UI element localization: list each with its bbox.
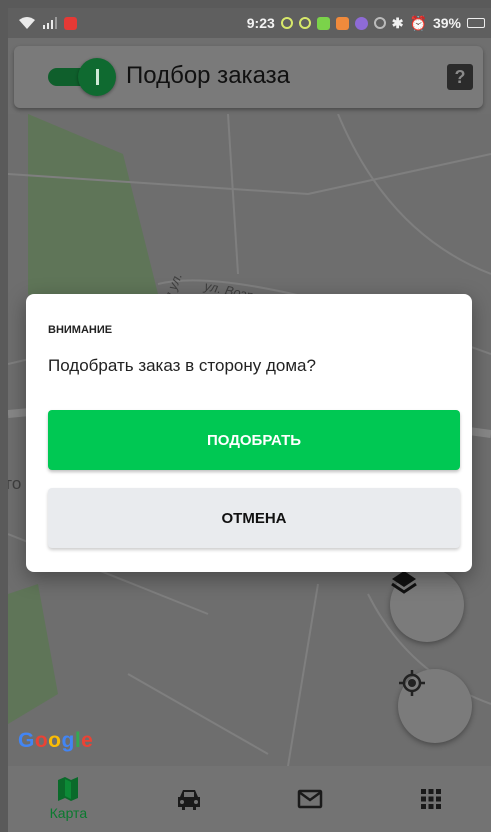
viber-icon xyxy=(354,16,368,30)
google-letter: o xyxy=(34,729,49,752)
google-letter: o xyxy=(48,729,62,752)
nfc-icon xyxy=(373,17,386,29)
map-icon xyxy=(58,777,79,801)
top-bar: Подбор заказа ? xyxy=(14,46,483,108)
page-title: Подбор заказа xyxy=(126,62,290,89)
confirm-pickup-button[interactable]: ПОДОБРАТЬ xyxy=(48,410,460,470)
notification-icon-1 xyxy=(280,17,293,29)
grid-menu-icon xyxy=(420,789,441,809)
nav-item-menu[interactable] xyxy=(370,766,491,832)
status-bar: 9:23 ✱ ⏰ 39% xyxy=(8,8,491,38)
taxi-icon xyxy=(178,790,201,810)
google-letter: G xyxy=(18,729,35,752)
alarm-icon: ⏰ xyxy=(409,14,427,31)
nav-item-map[interactable]: Карта xyxy=(8,766,129,832)
dialog-message: Подобрать заказ в сторону дома? xyxy=(48,356,316,375)
mail-icon xyxy=(297,789,323,809)
app-notification-icon xyxy=(64,16,77,30)
nav-item-orders[interactable] xyxy=(129,766,250,832)
layers-button[interactable] xyxy=(390,568,464,642)
bottom-navigation: Карта xyxy=(8,766,491,832)
battery-icon xyxy=(467,18,485,28)
nav-item-messages[interactable] xyxy=(250,766,371,832)
left-edge-label: го xyxy=(8,474,22,493)
status-right: 9:23 ✱ ⏰ 39% xyxy=(247,8,485,38)
toggle-knob[interactable] xyxy=(78,58,116,96)
google-logo: Google xyxy=(18,729,93,753)
status-left-icons xyxy=(8,16,77,30)
dialog-title: ВНИМАНИЕ xyxy=(48,324,113,336)
location-crosshair-icon xyxy=(399,670,425,696)
nav-item-label: Карта xyxy=(49,805,88,821)
notification-icon-4 xyxy=(335,16,349,30)
layers-icon xyxy=(391,571,417,594)
signal-icon xyxy=(43,17,57,29)
phone-screen: 9:23 ✱ ⏰ 39% ул. Возро ая ул. го Google … xyxy=(8,8,491,832)
cancel-button[interactable]: ОТМЕНА xyxy=(48,488,460,548)
my-location-button[interactable] xyxy=(398,669,472,743)
notification-icon-3 xyxy=(316,16,330,30)
battery-percent: 39% xyxy=(432,15,461,31)
notification-icon-2 xyxy=(298,17,311,29)
confirm-dialog: ВНИМАНИЕ Подобрать заказ в сторону дома?… xyxy=(26,294,472,572)
wifi-icon xyxy=(19,17,35,29)
help-button[interactable]: ? xyxy=(447,64,473,90)
status-time: 9:23 xyxy=(246,15,275,31)
google-letter: g xyxy=(61,729,75,752)
google-letter: e xyxy=(81,729,94,752)
bluetooth-icon: ✱ xyxy=(391,14,404,31)
